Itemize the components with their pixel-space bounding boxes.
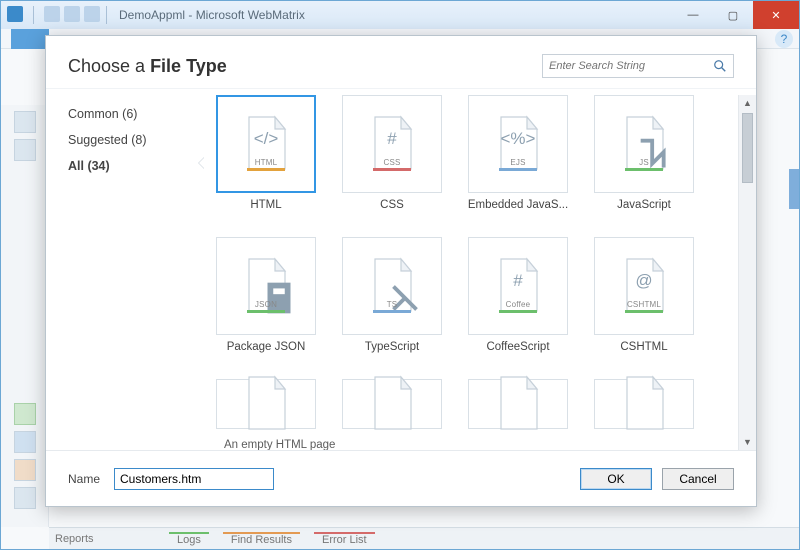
search-box[interactable] xyxy=(542,54,734,78)
category-item[interactable]: All (34) xyxy=(68,153,204,179)
app-icon xyxy=(7,6,23,22)
template-tile-label: Package JSON xyxy=(214,341,318,353)
dialog-footer: Name OK Cancel xyxy=(46,450,756,506)
scroll-up-icon[interactable]: ▲ xyxy=(739,95,756,111)
status-tab-logs[interactable]: Logs xyxy=(169,532,209,546)
nav-item[interactable] xyxy=(14,111,36,133)
nav-item[interactable] xyxy=(14,487,36,509)
separator xyxy=(106,6,107,24)
title-bar: DemoAppml - Microsoft WebMatrix — ▢ ✕ xyxy=(1,1,799,29)
template-tile[interactable] xyxy=(214,379,318,429)
qat-save-icon[interactable] xyxy=(44,6,60,22)
template-grid-cutoff xyxy=(214,379,734,429)
search-icon[interactable] xyxy=(713,59,727,73)
template-grid: </>HTMLHTML#CSSCSS<%>EJSEmbedded JavaS..… xyxy=(214,95,734,353)
nav-item[interactable] xyxy=(14,403,36,425)
dialog-header: Choose a File Type xyxy=(46,36,756,88)
dialog-title: Choose a File Type xyxy=(68,56,227,77)
status-tab-errors[interactable]: Error List xyxy=(314,532,375,546)
template-tile-label: HTML xyxy=(214,199,318,211)
cancel-button[interactable]: Cancel xyxy=(662,468,734,490)
template-tile-label: CSS xyxy=(340,199,444,211)
scrollbar-vertical[interactable]: ▲ ▼ xyxy=(738,95,756,450)
template-tile-label: JavaScript xyxy=(592,199,696,211)
window-title: DemoAppml - Microsoft WebMatrix xyxy=(113,8,673,22)
app-window: DemoAppml - Microsoft WebMatrix — ▢ ✕ ? … xyxy=(0,0,800,550)
nav-item[interactable] xyxy=(14,139,36,161)
footer-buttons: OK Cancel xyxy=(580,468,734,490)
nav-item[interactable] xyxy=(14,431,36,453)
template-tile[interactable]: JSONPackage JSON xyxy=(214,237,318,353)
template-tile-label: CSHTML xyxy=(592,341,696,353)
quick-access-toolbar xyxy=(1,6,100,24)
ok-button[interactable]: OK xyxy=(580,468,652,490)
qat-undo-icon[interactable] xyxy=(64,6,80,22)
help-icon[interactable]: ? xyxy=(775,30,793,48)
dialog-title-prefix: Choose a xyxy=(68,56,150,76)
scroll-down-icon[interactable]: ▼ xyxy=(739,434,756,450)
maximize-button[interactable]: ▢ xyxy=(713,1,753,29)
category-item[interactable]: Common (6) xyxy=(68,101,204,127)
template-tile[interactable] xyxy=(340,379,444,429)
template-tile[interactable]: TSTypeScript xyxy=(340,237,444,353)
template-tile[interactable] xyxy=(466,379,570,429)
template-tile-label: TypeScript xyxy=(340,341,444,353)
category-list: Common (6)Suggested (8)All (34) xyxy=(46,95,204,450)
ribbon-tab-file[interactable] xyxy=(11,29,49,49)
minimize-button[interactable]: — xyxy=(673,1,713,29)
nav-item[interactable] xyxy=(14,459,36,481)
dialog-body: Common (6)Suggested (8)All (34) </>HTMLH… xyxy=(46,88,756,450)
template-tile[interactable]: #CoffeeCoffeeScript xyxy=(466,237,570,353)
scroll-thumb[interactable] xyxy=(742,113,753,183)
status-reports[interactable]: Reports xyxy=(55,533,155,545)
template-tile[interactable] xyxy=(592,379,696,429)
template-tile[interactable]: JSJavaScript xyxy=(592,95,696,211)
category-item[interactable]: Suggested (8) xyxy=(68,127,204,153)
status-bar: Reports Logs Find Results Error List xyxy=(49,527,799,549)
template-tile[interactable]: </>HTMLHTML xyxy=(214,95,318,211)
window-controls: — ▢ ✕ xyxy=(673,1,799,29)
qat-redo-icon[interactable] xyxy=(84,6,100,22)
status-tab-find[interactable]: Find Results xyxy=(223,532,300,546)
search-input[interactable] xyxy=(549,60,713,72)
separator xyxy=(33,6,34,24)
template-tile-label: Embedded JavaS... xyxy=(466,199,570,211)
template-tile[interactable]: @CSHTMLCSHTML xyxy=(592,237,696,353)
new-file-dialog: Choose a File Type Common (6)Suggested (… xyxy=(45,35,757,507)
template-tile-label: CoffeeScript xyxy=(466,341,570,353)
gallery-wrap: </>HTMLHTML#CSSCSS<%>EJSEmbedded JavaS..… xyxy=(204,95,756,450)
dialog-title-bold: File Type xyxy=(150,56,227,76)
template-tile[interactable]: #CSSCSS xyxy=(340,95,444,211)
filename-input[interactable] xyxy=(114,468,274,490)
template-gallery: </>HTMLHTML#CSSCSS<%>EJSEmbedded JavaS..… xyxy=(204,95,738,450)
left-nav-rail xyxy=(1,105,49,527)
right-gutter xyxy=(789,169,799,209)
name-label: Name xyxy=(68,472,100,486)
template-tile[interactable]: <%>EJSEmbedded JavaS... xyxy=(466,95,570,211)
close-button[interactable]: ✕ xyxy=(753,1,799,29)
